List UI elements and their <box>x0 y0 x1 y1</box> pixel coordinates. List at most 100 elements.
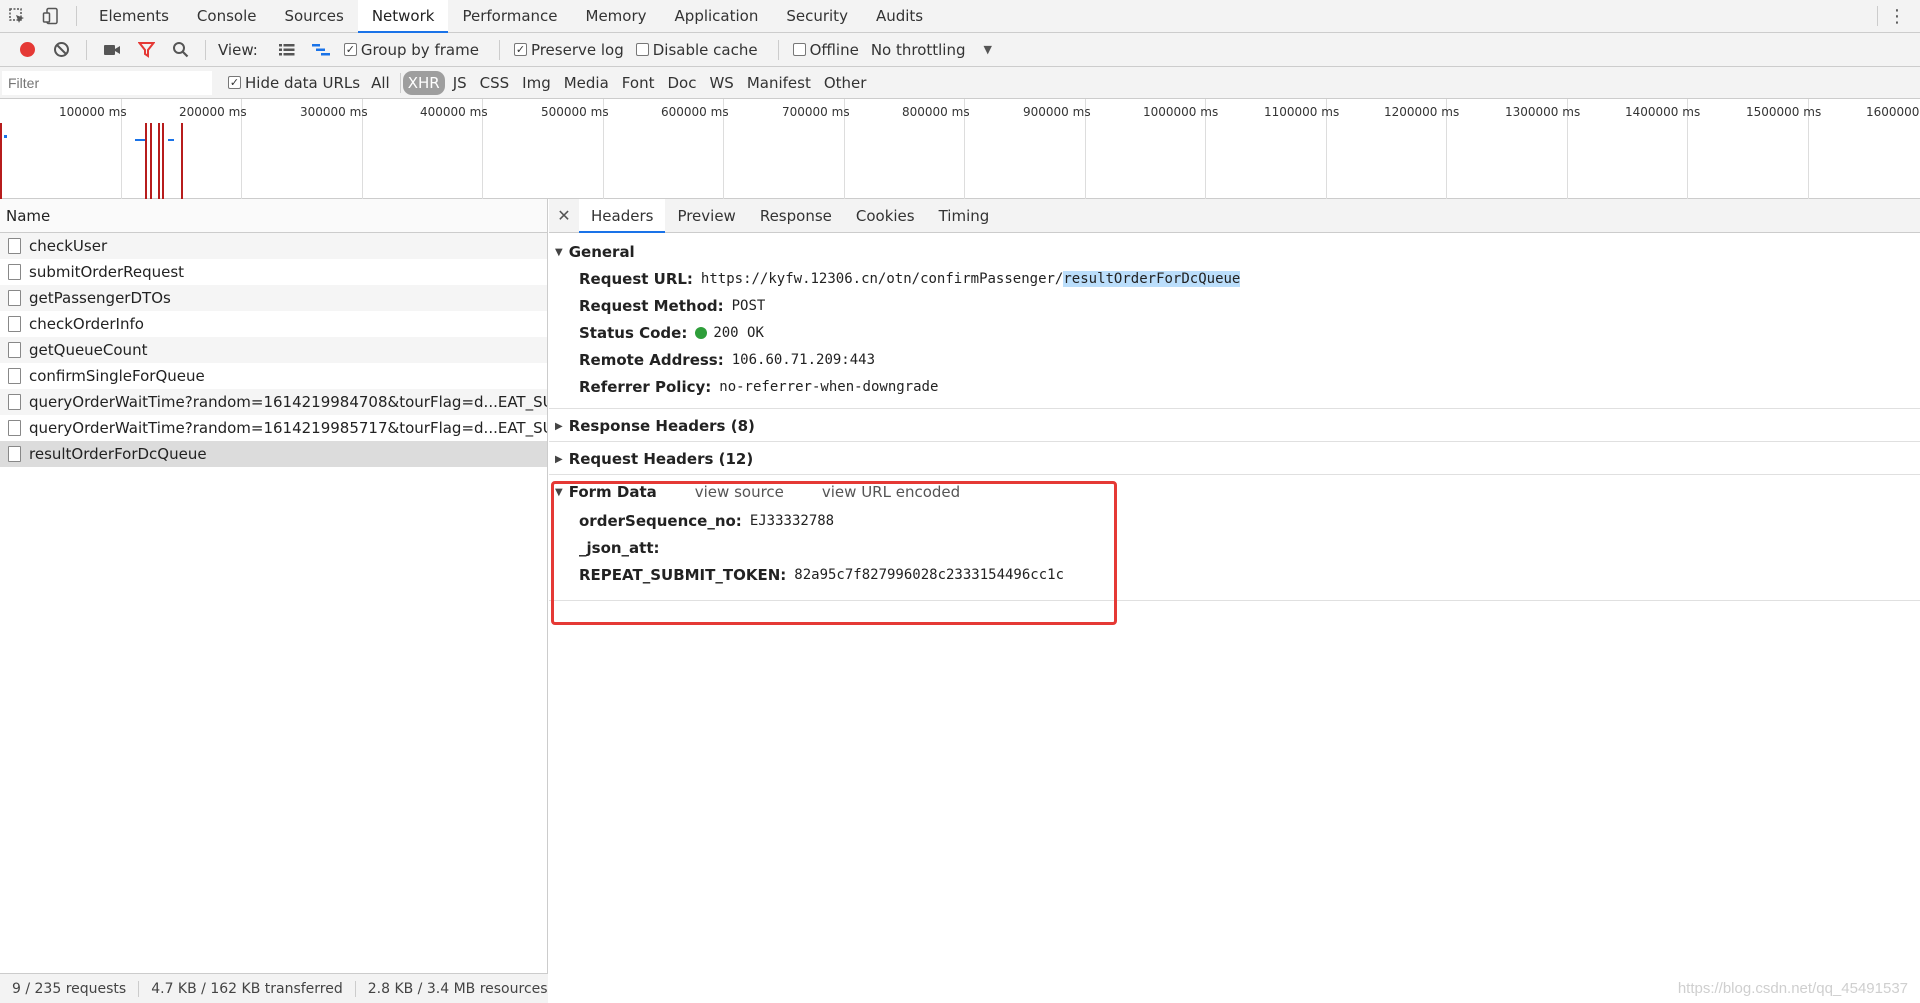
timeline-tick-label: 700000 ms <box>782 105 850 119</box>
request-row-getqueuecount[interactable]: getQueueCount <box>0 337 547 363</box>
form-data-toggle[interactable]: ▼ Form Data view source view URL encoded <box>555 481 1920 503</box>
request-method-value: POST <box>731 297 766 314</box>
tab-cookies[interactable]: Cookies <box>844 199 927 233</box>
general-section-toggle[interactable]: ▼ General <box>555 241 1920 263</box>
request-headers-section: ▶ Request Headers (12) <box>549 442 1920 475</box>
group-by-frame-checkbox[interactable]: ✓ Group by frame <box>343 41 491 59</box>
tab-security[interactable]: Security <box>772 0 862 33</box>
checkbox-checked-icon: ✓ <box>228 76 241 89</box>
filter-type-all[interactable]: All <box>366 71 395 95</box>
request-row-checkorderinfo[interactable]: checkOrderInfo <box>0 311 547 337</box>
tab-memory[interactable]: Memory <box>572 0 661 33</box>
tab-elements[interactable]: Elements <box>85 0 183 33</box>
remote-address-row: Remote Address: 106.60.71.209:443 <box>555 346 1920 373</box>
filter-type-other[interactable]: Other <box>819 71 872 95</box>
request-row-getpassengerdtos[interactable]: getPassengerDTOs <box>0 285 547 311</box>
timeline-request-marker <box>150 123 152 199</box>
request-row-confirmsingleforqueue[interactable]: confirmSingleForQueue <box>0 363 547 389</box>
tab-headers[interactable]: Headers <box>579 198 666 233</box>
disable-cache-checkbox[interactable]: Disable cache <box>635 40 770 59</box>
large-rows-button[interactable] <box>270 33 304 67</box>
tab-console[interactable]: Console <box>183 0 271 33</box>
filter-type-media[interactable]: Media <box>559 71 614 95</box>
checkbox-checked-icon: ✓ <box>343 43 357 56</box>
filter-type-js[interactable]: JS <box>448 71 472 95</box>
tab-network[interactable]: Network <box>357 0 449 33</box>
hide-data-urls-checkbox[interactable]: ✓ Hide data URLs <box>228 74 366 92</box>
referrer-policy-value: no-referrer-when-downgrade <box>719 378 939 395</box>
clear-icon <box>53 42 69 57</box>
view-url-encoded-link[interactable]: view URL encoded <box>822 483 960 501</box>
disable-cache-label: Disable cache <box>652 40 758 59</box>
timeline-dom-load-marker <box>0 123 2 199</box>
timeline-request-marker <box>162 123 164 199</box>
tab-timing[interactable]: Timing <box>927 199 1002 233</box>
tab-performance[interactable]: Performance <box>448 0 571 33</box>
file-icon <box>8 238 21 254</box>
triangle-right-icon: ▶ <box>555 420 563 432</box>
toolbar-divider <box>498 39 500 60</box>
response-headers-toggle[interactable]: ▶ Response Headers (8) <box>555 415 1920 437</box>
request-row-queryorderwaittime-2[interactable]: queryOrderWaitTime?random=1614219985717&… <box>0 415 547 441</box>
tab-preview[interactable]: Preview <box>665 199 747 233</box>
request-list: checkUser submitOrderRequest getPassenge… <box>0 233 547 467</box>
inspect-element-icon[interactable] <box>0 0 34 33</box>
filter-type-ws[interactable]: WS <box>704 71 738 95</box>
request-name: checkOrderInfo <box>29 315 144 333</box>
request-detail-panel: ✕ Headers Preview Response Cookies Timin… <box>549 198 1920 1003</box>
request-name: getQueueCount <box>29 341 148 359</box>
remote-address-label: Remote Address: <box>579 350 724 369</box>
filter-type-font[interactable]: Font <box>617 71 660 95</box>
video-camera-icon <box>104 44 120 55</box>
filter-type-xhr[interactable]: XHR <box>402 70 445 95</box>
tab-sources[interactable]: Sources <box>270 0 357 33</box>
request-row-checkuser[interactable]: checkUser <box>0 233 547 259</box>
offline-checkbox[interactable]: Offline <box>792 41 871 59</box>
form-field-row: orderSequence_no: EJ33332788 <box>555 507 1920 534</box>
tab-audits[interactable]: Audits <box>862 0 937 33</box>
form-field-value: EJ33332788 <box>749 512 835 529</box>
filter-input[interactable] <box>2 70 212 95</box>
network-status-bar: 9 / 235 requests 4.7 KB / 162 KB transfe… <box>0 973 583 1003</box>
tab-response[interactable]: Response <box>748 199 844 233</box>
request-name: confirmSingleForQueue <box>29 367 205 385</box>
file-icon <box>8 446 21 462</box>
preserve-log-checkbox[interactable]: ✓ Preserve log <box>513 40 636 59</box>
overview-button[interactable] <box>304 33 338 67</box>
filter-button[interactable] <box>129 33 163 67</box>
network-toolbar: View: ✓ Group by frame ✓ Preserve log Di… <box>0 33 1920 67</box>
close-icon[interactable]: ✕ <box>549 206 579 225</box>
name-column-header[interactable]: Name <box>0 199 547 233</box>
clear-button[interactable] <box>44 33 78 67</box>
timeline-overview[interactable]: 100000 ms 200000 ms 300000 ms 400000 ms 5000… <box>0 99 1920 199</box>
timeline-tick-label: 600000 ms <box>661 105 729 119</box>
tab-application[interactable]: Application <box>661 0 773 33</box>
throttling-select[interactable]: No throttling ▼ <box>871 41 992 59</box>
request-name: submitOrderRequest <box>29 263 185 281</box>
filter-type-manifest[interactable]: Manifest <box>742 71 816 95</box>
filter-type-doc[interactable]: Doc <box>662 71 701 95</box>
form-field-value: 82a95c7f827996028c2333154496cc1c <box>794 566 1064 583</box>
request-row-submitorderrequest[interactable]: submitOrderRequest <box>0 259 547 285</box>
view-source-link[interactable]: view source <box>695 483 784 501</box>
filter-type-css[interactable]: CSS <box>475 71 515 95</box>
request-headers-toggle[interactable]: ▶ Request Headers (12) <box>555 448 1920 470</box>
general-title: General <box>568 243 635 261</box>
capture-screenshots-button[interactable] <box>95 33 129 67</box>
request-row-resultorderfordcqueue[interactable]: resultOrderForDcQueue <box>0 441 547 467</box>
referrer-policy-row: Referrer Policy: no-referrer-when-downgr… <box>555 373 1920 400</box>
request-url-highlight: resultOrderForDcQueue <box>1063 270 1241 287</box>
more-options-icon[interactable]: ⋮ <box>1888 6 1906 27</box>
request-headers-title: Request Headers (12) <box>568 450 754 468</box>
request-row-queryorderwaittime-1[interactable]: queryOrderWaitTime?random=1614219984708&… <box>0 389 547 415</box>
filter-type-img[interactable]: Img <box>517 71 556 95</box>
request-method-label: Request Method: <box>579 296 724 315</box>
device-toolbar-icon[interactable] <box>34 0 68 33</box>
timeline-request-marker <box>145 123 147 199</box>
request-list-panel: Name checkUser submitOrderRequest getPas… <box>0 199 583 1003</box>
record-button[interactable] <box>10 33 44 67</box>
search-button[interactable] <box>163 33 197 67</box>
toolbar-divider <box>76 6 77 26</box>
toolbar-divider <box>205 39 206 60</box>
preserve-log-label: Preserve log <box>530 40 624 59</box>
